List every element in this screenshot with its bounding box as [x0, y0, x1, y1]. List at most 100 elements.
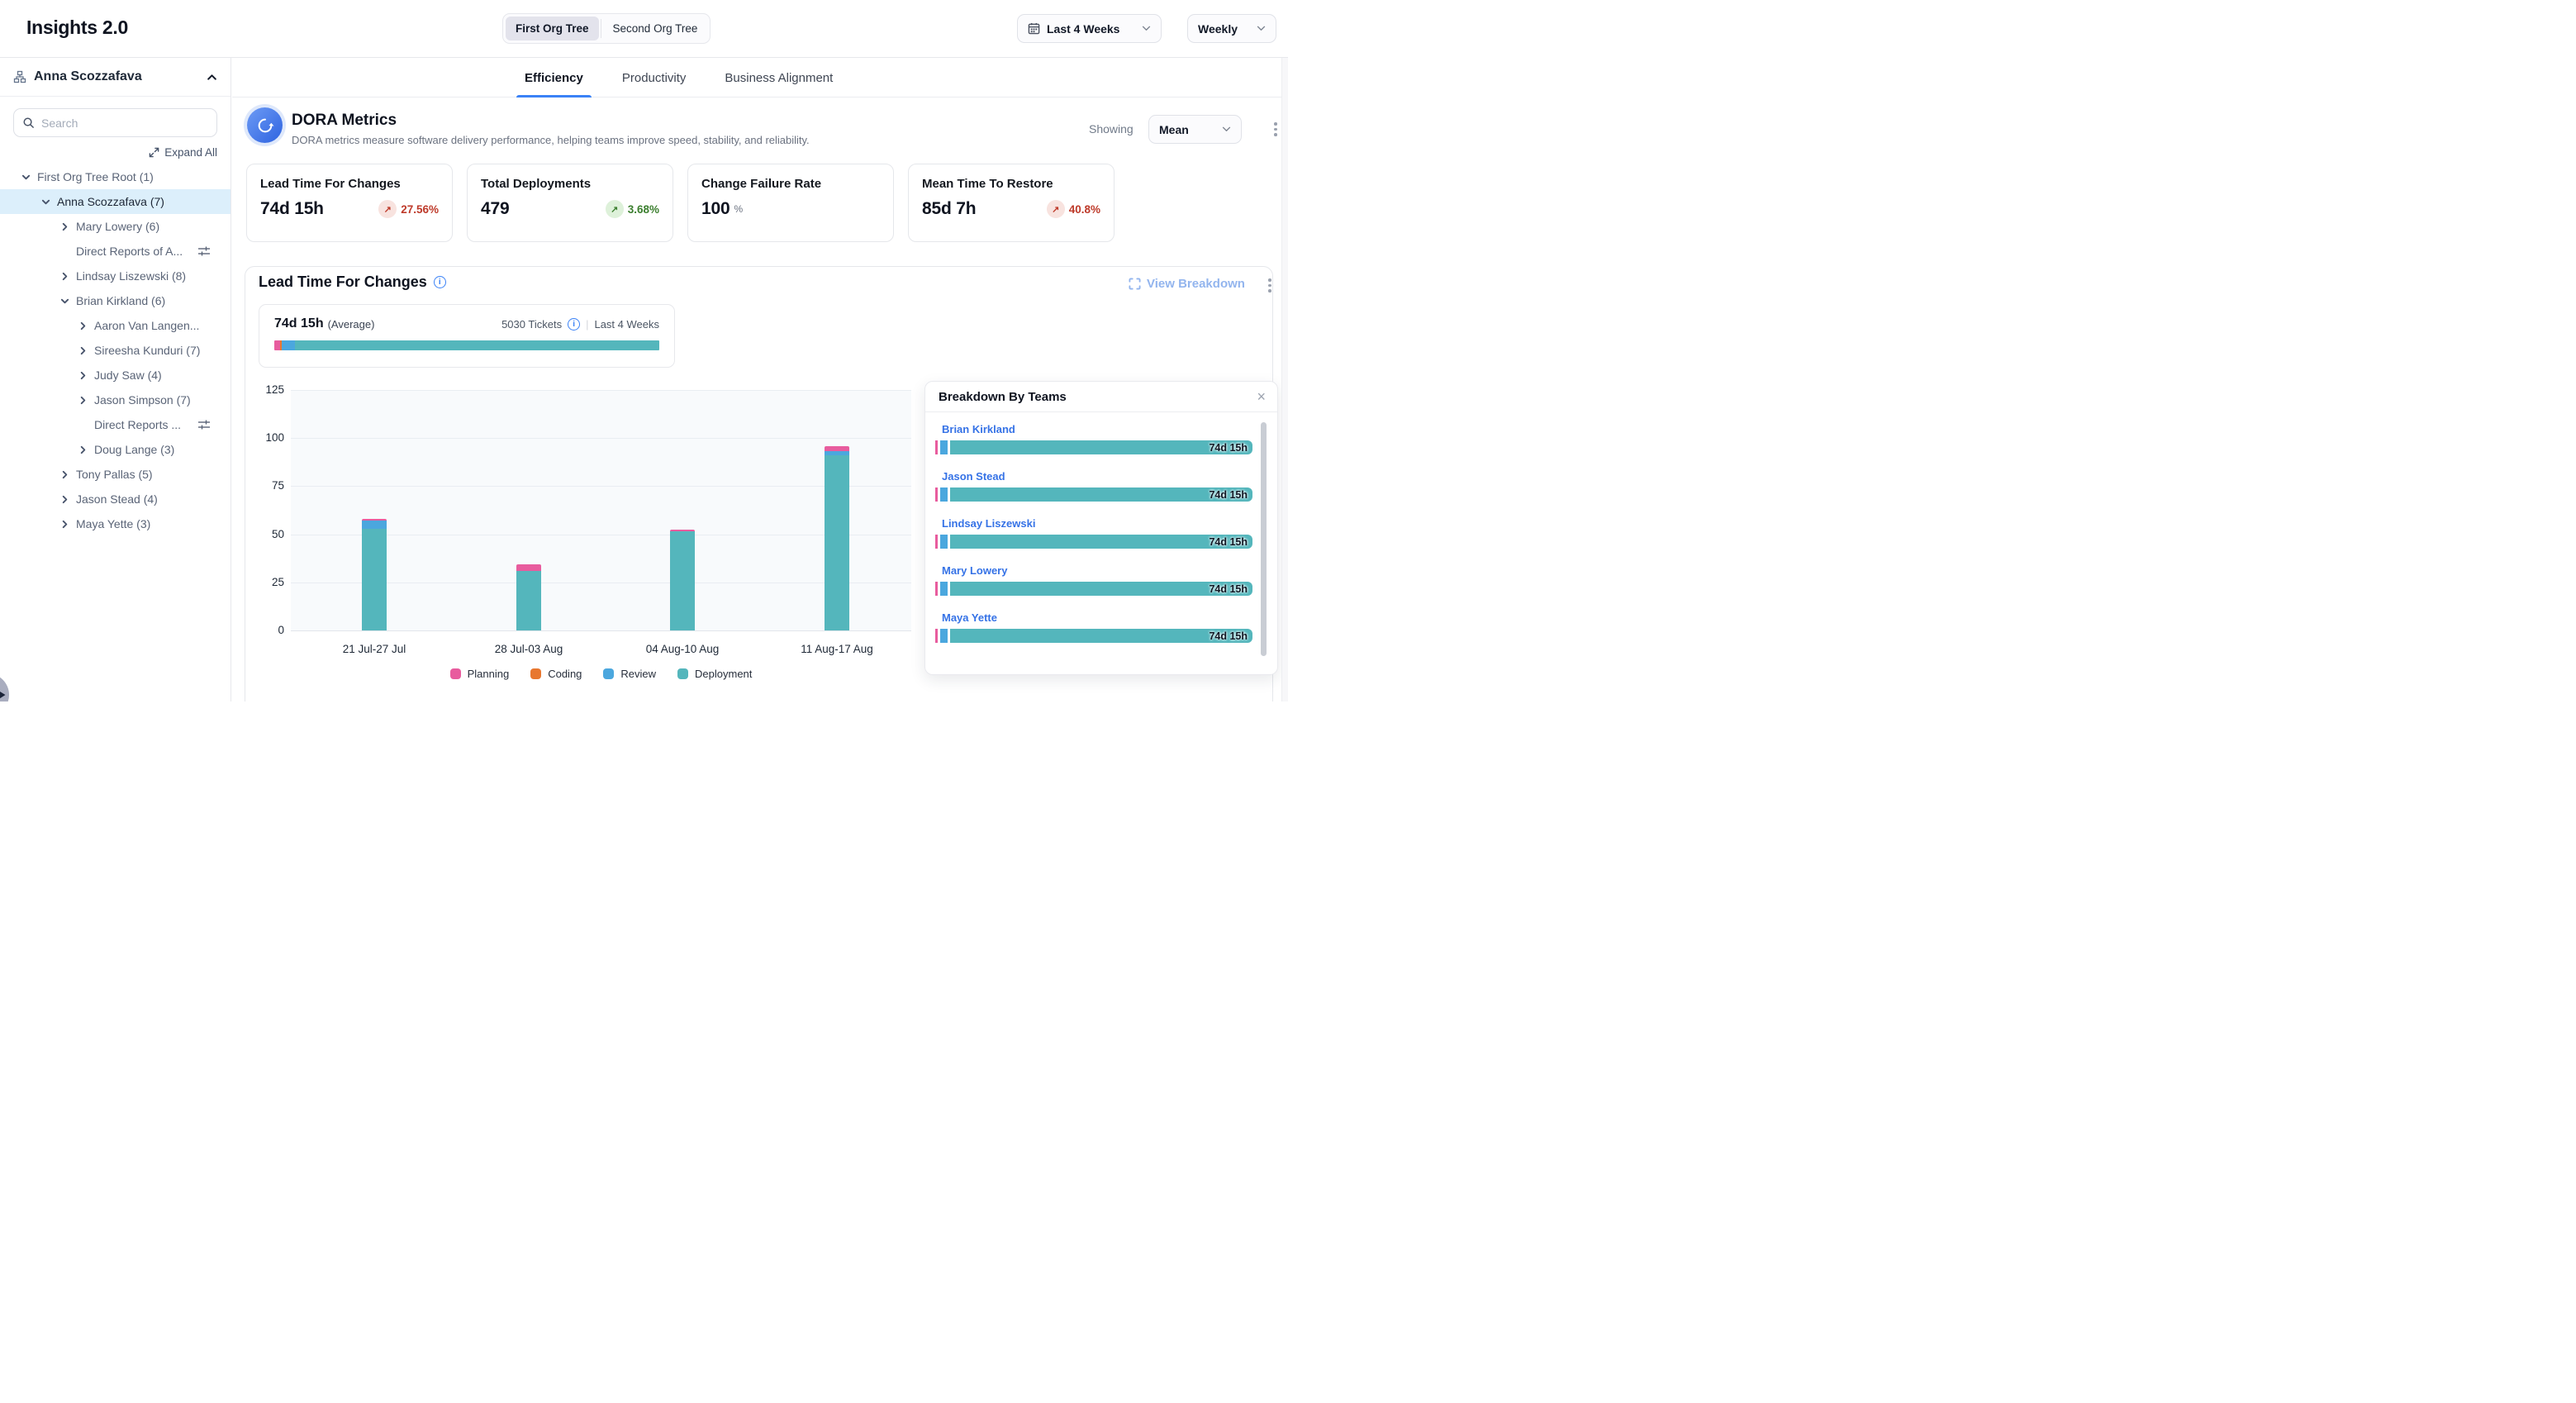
chevron-right-icon[interactable] [77, 346, 88, 355]
tree-item[interactable]: Brian Kirkland (6) [0, 288, 231, 313]
tree-item[interactable]: Doug Lange (3) [0, 437, 231, 462]
average-label: (Average) [328, 318, 375, 331]
team-stacked-bar[interactable]: 74d 15h [935, 629, 1252, 643]
team-row: Lindsay Liszewski 74d 15h [935, 517, 1252, 564]
granularity-select[interactable]: Weekly [1187, 14, 1276, 43]
chevron-right-icon[interactable] [59, 272, 70, 281]
chevron-right-icon[interactable] [77, 396, 88, 405]
chevron-right-icon[interactable] [77, 321, 88, 331]
chevron-right-icon[interactable] [77, 445, 88, 454]
metric-card-title: Change Failure Rate [701, 177, 880, 191]
page-scrollbar[interactable] [1281, 58, 1288, 702]
stacked-bar[interactable] [362, 519, 387, 630]
info-icon[interactable]: i [568, 318, 580, 331]
chevron-down-icon[interactable] [20, 173, 31, 182]
team-name-link[interactable]: Jason Stead [942, 470, 1252, 483]
team-row: Maya Yette 74d 15h [935, 611, 1252, 659]
tree-item[interactable]: Aaron Van Langen... [0, 313, 231, 338]
toggle-first-org-tree[interactable]: First Org Tree [506, 17, 599, 40]
summary-period: Last 4 Weeks [594, 318, 659, 331]
dora-section-title: DORA Metrics [292, 112, 397, 130]
search-input[interactable] [41, 117, 208, 130]
tree-item[interactable]: Mary Lowery (6) [0, 214, 231, 239]
team-stacked-bar[interactable]: 74d 15h [935, 440, 1252, 454]
tree-item[interactable]: Tony Pallas (5) [0, 462, 231, 487]
calendar-icon [1028, 22, 1040, 35]
chevron-down-icon[interactable] [59, 297, 70, 306]
tree-item[interactable]: Sireesha Kunduri (7) [0, 338, 231, 363]
showing-value: Mean [1159, 123, 1189, 136]
team-value-label: 74d 15h [1209, 583, 1248, 595]
tree-item[interactable]: Direct Reports ... [0, 412, 231, 437]
tab-business-alignment[interactable]: Business Alignment [716, 58, 841, 97]
filter-sliders-icon[interactable] [197, 245, 211, 260]
chevron-right-icon[interactable] [59, 222, 70, 231]
dora-metrics-icon [247, 107, 283, 143]
legend-item[interactable]: Deployment [677, 668, 752, 680]
tree-item[interactable]: Judy Saw (4) [0, 363, 231, 388]
tree-item-label: Lindsay Liszewski (8) [76, 269, 186, 283]
tree-item[interactable]: Jason Stead (4) [0, 487, 231, 511]
legend-item[interactable]: Review [603, 668, 656, 680]
chevron-right-icon[interactable] [59, 470, 70, 479]
team-name-link[interactable]: Brian Kirkland [942, 423, 1252, 435]
y-axis-tick-label: 100 [245, 431, 284, 444]
showing-select[interactable]: Mean [1148, 115, 1242, 144]
sidebar-search[interactable] [13, 108, 217, 137]
trend-up-icon: ↗ [606, 200, 624, 218]
view-breakdown-button[interactable]: View Breakdown [1129, 277, 1245, 291]
chevron-right-icon[interactable] [77, 371, 88, 380]
stacked-bar[interactable] [516, 564, 541, 630]
lead-time-kebab-menu[interactable] [1267, 277, 1273, 294]
close-icon[interactable]: × [1257, 389, 1266, 404]
info-icon[interactable]: i [434, 276, 446, 288]
panel-scrollbar-thumb[interactable] [1261, 422, 1267, 656]
lead-time-title: Lead Time For Changes [259, 273, 427, 291]
review-segment [940, 629, 948, 643]
granularity-value: Weekly [1198, 22, 1238, 36]
chevron-down-icon[interactable] [40, 197, 51, 207]
gridline [291, 390, 911, 391]
stacked-bar[interactable] [670, 530, 695, 630]
chevron-right-icon[interactable] [59, 495, 70, 504]
legend-item[interactable]: Coding [530, 668, 582, 680]
team-name-link[interactable]: Maya Yette [942, 611, 1252, 624]
tab-productivity[interactable]: Productivity [614, 58, 695, 97]
tree-item[interactable]: Maya Yette (3) [0, 511, 231, 536]
tab-efficiency[interactable]: Efficiency [516, 58, 592, 97]
stacked-bar[interactable] [825, 446, 849, 630]
tree-item-label: Sireesha Kunduri (7) [94, 344, 200, 357]
tree-item[interactable]: Lindsay Liszewski (8) [0, 264, 231, 288]
team-stacked-bar[interactable]: 74d 15h [935, 582, 1252, 596]
team-name-link[interactable]: Mary Lowery [942, 564, 1252, 577]
expand-all-button[interactable]: Expand All [149, 146, 217, 159]
tree-item[interactable]: Anna Scozzafava (7) [0, 189, 231, 214]
tree-item[interactable]: First Org Tree Root (1) [0, 164, 231, 189]
sidebar-expand-handle[interactable] [0, 673, 9, 702]
showing-label: Showing [1089, 122, 1134, 136]
org-tree-toggle: First Org Tree Second Org Tree [502, 13, 711, 44]
y-axis-tick-label: 25 [245, 576, 284, 588]
tree-item[interactable]: Jason Simpson (7) [0, 388, 231, 412]
dora-kebab-menu[interactable] [1272, 121, 1279, 138]
metric-delta-value: 27.56% [401, 203, 439, 216]
trend-up-icon: ↗ [1047, 200, 1065, 218]
team-stacked-bar[interactable]: 74d 15h [935, 535, 1252, 549]
chevron-up-icon[interactable] [207, 72, 217, 83]
team-name-link[interactable]: Lindsay Liszewski [942, 517, 1252, 530]
filter-sliders-icon[interactable] [197, 418, 211, 434]
chevron-right-icon[interactable] [59, 520, 70, 529]
legend-label: Deployment [695, 668, 752, 680]
tree-item-label: Jason Simpson (7) [94, 393, 191, 407]
legend-item[interactable]: Planning [450, 668, 510, 680]
toggle-second-org-tree[interactable]: Second Org Tree [603, 17, 708, 40]
deployment-segment [516, 571, 541, 630]
legend-label: Planning [468, 668, 510, 680]
tree-item[interactable]: Direct Reports of A... [0, 239, 231, 264]
tree-item-label: Direct Reports ... [94, 418, 181, 431]
tree-item-label: Mary Lowery (6) [76, 220, 159, 233]
team-stacked-bar[interactable]: 74d 15h [935, 487, 1252, 502]
top-header: Insights 2.0 First Org Tree Second Org T… [0, 0, 1288, 58]
average-stacked-bar [274, 340, 659, 350]
date-range-select[interactable]: Last 4 Weeks [1017, 14, 1162, 43]
